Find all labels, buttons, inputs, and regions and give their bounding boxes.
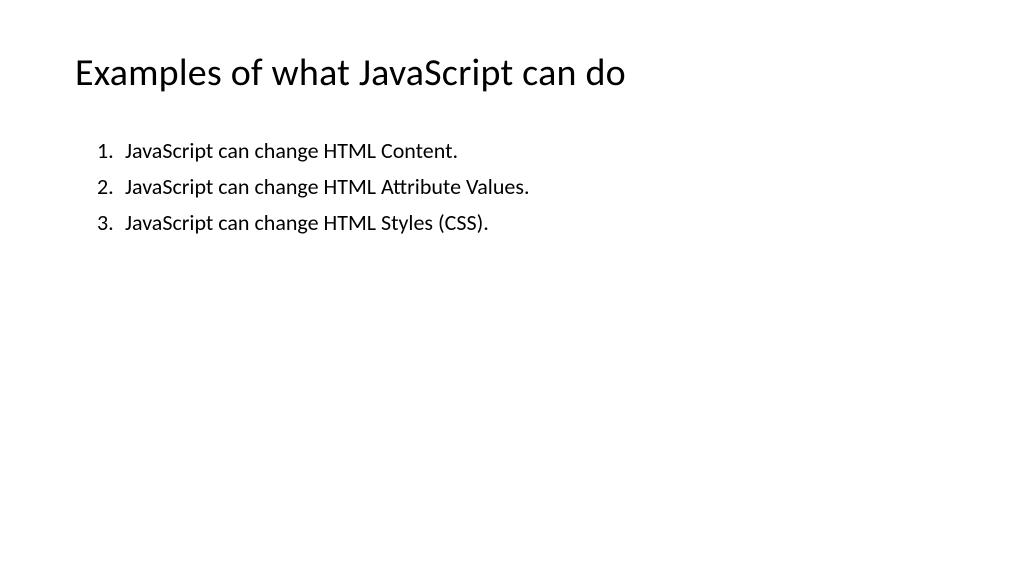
list-item: JavaScript can change HTML Content. bbox=[97, 134, 949, 168]
slide-title: Examples of what JavaScript can do bbox=[75, 50, 949, 96]
numbered-list: JavaScript can change HTML Content. Java… bbox=[75, 134, 949, 240]
list-item: JavaScript can change HTML Styles (CSS). bbox=[97, 206, 949, 240]
list-item: JavaScript can change HTML Attribute Val… bbox=[97, 170, 949, 204]
